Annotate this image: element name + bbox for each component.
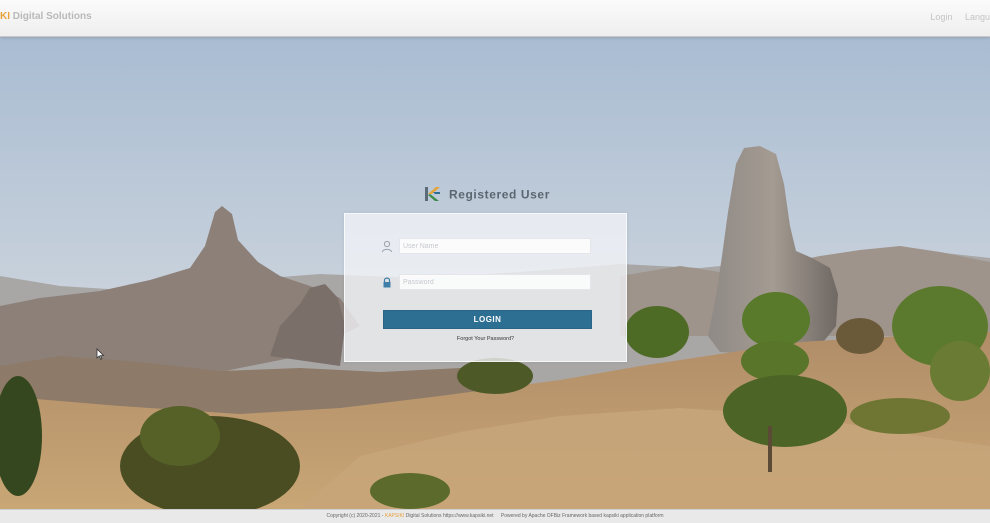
footer-copyright-prefix: Copyright (c) 2020-2021 - xyxy=(326,513,385,519)
top-nav: Login Langu xyxy=(920,12,990,22)
footer-company-link[interactable]: KAPSIKI xyxy=(385,513,404,519)
forgot-password-link[interactable]: Forgot Your Password? xyxy=(345,336,626,342)
lock-icon xyxy=(381,276,393,289)
login-page: KI Digital Solutions Login Langu Registe… xyxy=(0,0,990,523)
brand-name: Digital Solutions xyxy=(12,11,92,22)
brand-prefix: KI xyxy=(0,11,10,22)
login-title-text: Registered User xyxy=(448,187,550,202)
nav-login-link[interactable]: Login xyxy=(930,12,952,22)
user-icon xyxy=(381,240,393,253)
password-row xyxy=(381,274,593,291)
mouse-cursor-icon xyxy=(96,347,105,365)
footer: Copyright (c) 2020-2021 - KAPSIKI Digita… xyxy=(0,509,990,523)
login-form: LOGIN Forgot Your Password? xyxy=(344,213,627,362)
login-title: Registered User xyxy=(424,186,550,208)
footer-powered-by: Powered by Apache OFBiz Framework based … xyxy=(500,513,664,519)
login-button[interactable]: LOGIN xyxy=(383,310,592,329)
username-row xyxy=(381,238,593,255)
kapsiki-logo-icon xyxy=(424,186,442,205)
brand[interactable]: KI Digital Solutions xyxy=(0,11,92,22)
top-navbar: KI Digital Solutions Login Langu xyxy=(0,0,990,37)
password-input[interactable] xyxy=(399,274,591,290)
nav-language-link[interactable]: Langu xyxy=(965,12,990,22)
footer-copyright-suffix: Digital Solutions https://www.kapsiki.ne… xyxy=(404,513,494,519)
username-input[interactable] xyxy=(399,238,591,254)
